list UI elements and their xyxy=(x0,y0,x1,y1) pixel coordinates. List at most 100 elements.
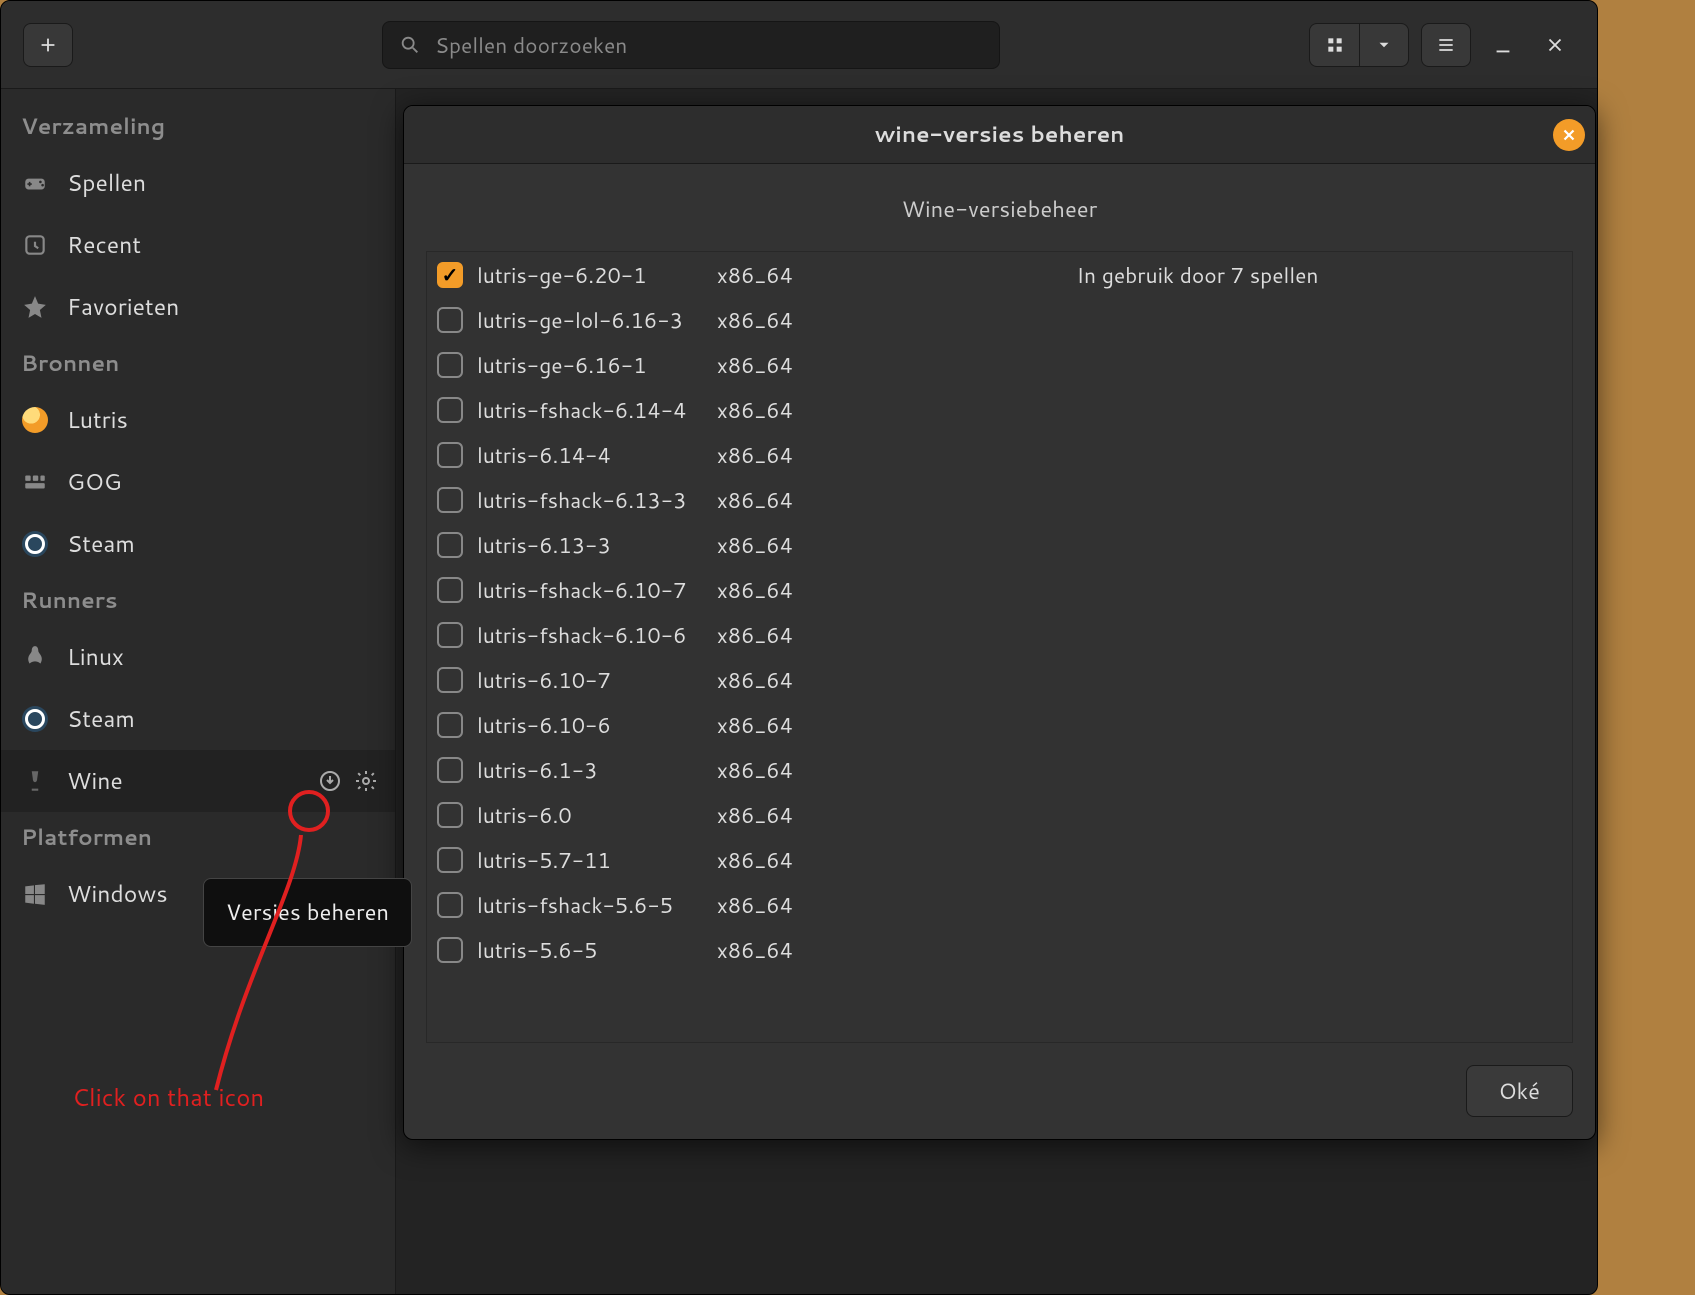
star-icon xyxy=(21,293,49,321)
version-arch: x86_64 xyxy=(717,665,827,695)
version-name: lutris-fshack-5.6-5 xyxy=(477,890,717,920)
close-icon xyxy=(1544,34,1566,56)
dialog-close-button[interactable] xyxy=(1553,119,1585,151)
menu-button[interactable] xyxy=(1421,23,1471,67)
sidebar-item-lutris[interactable]: Lutris xyxy=(1,389,395,451)
version-name: lutris-fshack-6.14-4 xyxy=(477,395,717,425)
version-row[interactable]: lutris-ge-lol-6.16-3x86_64 xyxy=(427,297,1572,342)
sidebar-item-steam[interactable]: Steam xyxy=(1,688,395,750)
version-name: lutris-5.7-11 xyxy=(477,845,717,875)
sidebar-item-spellen[interactable]: Spellen xyxy=(1,152,395,214)
version-checkbox[interactable] xyxy=(437,667,463,693)
grid-view-button[interactable] xyxy=(1309,23,1359,67)
version-row[interactable]: lutris-6.10-6x86_64 xyxy=(427,702,1572,747)
sidebar-item-label: Wine xyxy=(67,765,123,797)
sidebar-item-wine[interactable]: Wine xyxy=(1,750,395,812)
version-arch: x86_64 xyxy=(717,575,827,605)
sidebar-item-label: GOG xyxy=(67,466,122,498)
section-runners: Runners xyxy=(1,575,395,626)
gog-icon xyxy=(21,468,49,496)
dialog-title: wine-versies beheren xyxy=(875,119,1125,150)
version-checkbox[interactable] xyxy=(437,352,463,378)
annotation-circle xyxy=(288,790,330,832)
sidebar-item-label: Steam xyxy=(67,528,135,560)
version-checkbox[interactable] xyxy=(437,307,463,333)
manage-versions-button[interactable] xyxy=(315,766,345,796)
version-arch: x86_64 xyxy=(717,530,827,560)
version-arch: x86_64 xyxy=(717,890,827,920)
version-name: lutris-6.13-3 xyxy=(477,530,717,560)
version-arch: x86_64 xyxy=(717,935,827,965)
version-name: lutris-fshack-6.13-3 xyxy=(477,485,717,515)
add-button[interactable] xyxy=(23,23,73,67)
download-icon xyxy=(318,769,342,793)
version-row[interactable]: lutris-ge-6.20-1x86_64In gebruik door 7 … xyxy=(427,252,1572,297)
version-checkbox[interactable] xyxy=(437,487,463,513)
minimize-button[interactable] xyxy=(1483,25,1523,65)
version-row[interactable]: lutris-fshack-6.13-3x86_64 xyxy=(427,477,1572,522)
view-dropdown-button[interactable] xyxy=(1359,23,1409,67)
version-arch: x86_64 xyxy=(717,440,827,470)
version-checkbox[interactable] xyxy=(437,892,463,918)
version-row[interactable]: lutris-fshack-6.10-7x86_64 xyxy=(427,567,1572,612)
version-arch: x86_64 xyxy=(717,350,827,380)
search-placeholder: Spellen doorzoeken xyxy=(435,30,627,60)
version-row[interactable]: lutris-6.10-7x86_64 xyxy=(427,657,1572,702)
version-arch: x86_64 xyxy=(717,800,827,830)
dialog-footer: Oké xyxy=(404,1043,1595,1139)
version-row[interactable]: lutris-fshack-6.10-6x86_64 xyxy=(427,612,1572,657)
version-row[interactable]: lutris-6.13-3x86_64 xyxy=(427,522,1572,567)
version-checkbox[interactable] xyxy=(437,937,463,963)
runner-settings-button[interactable] xyxy=(351,766,381,796)
version-checkbox[interactable] xyxy=(437,397,463,423)
version-name: lutris-6.14-4 xyxy=(477,440,717,470)
version-row[interactable]: lutris-ge-6.16-1x86_64 xyxy=(427,342,1572,387)
search-icon xyxy=(399,34,421,56)
sidebar-item-favorieten[interactable]: Favorieten xyxy=(1,276,395,338)
sidebar-item-label: Steam xyxy=(67,703,135,735)
version-checkbox[interactable] xyxy=(437,847,463,873)
version-checkbox[interactable] xyxy=(437,532,463,558)
close-window-button[interactable] xyxy=(1535,25,1575,65)
version-note: In gebruik door 7 spellen xyxy=(827,260,1568,290)
version-row[interactable]: lutris-6.0x86_64 xyxy=(427,792,1572,837)
sidebar-item-gog[interactable]: GOG xyxy=(1,451,395,513)
ok-button[interactable]: Oké xyxy=(1466,1065,1573,1117)
version-checkbox[interactable] xyxy=(437,442,463,468)
version-checkbox[interactable] xyxy=(437,802,463,828)
version-row[interactable]: lutris-5.7-11x86_64 xyxy=(427,837,1572,882)
minimize-icon xyxy=(1492,34,1514,56)
steam-icon xyxy=(21,705,49,733)
version-checkbox[interactable] xyxy=(437,622,463,648)
version-row[interactable]: lutris-6.14-4x86_64 xyxy=(427,432,1572,477)
version-arch: x86_64 xyxy=(717,845,827,875)
sidebar-item-linux[interactable]: Linux xyxy=(1,626,395,688)
version-arch: x86_64 xyxy=(717,305,827,335)
sidebar-item-steam[interactable]: Steam xyxy=(1,513,395,575)
version-list[interactable]: lutris-ge-6.20-1x86_64In gebruik door 7 … xyxy=(426,251,1573,1043)
windows-icon xyxy=(21,880,49,908)
version-name: lutris-ge-6.16-1 xyxy=(477,350,717,380)
version-arch: x86_64 xyxy=(717,260,827,290)
section-sources: Bronnen xyxy=(1,338,395,389)
version-arch: x86_64 xyxy=(717,710,827,740)
version-name: lutris-fshack-6.10-6 xyxy=(477,620,717,650)
dialog-subtitle: Wine-versiebeheer xyxy=(404,164,1595,251)
sidebar-item-recent[interactable]: Recent xyxy=(1,214,395,276)
version-arch: x86_64 xyxy=(717,485,827,515)
version-checkbox[interactable] xyxy=(437,577,463,603)
search-input[interactable]: Spellen doorzoeken xyxy=(382,21,1000,69)
version-row[interactable]: lutris-5.6-5x86_64 xyxy=(427,927,1572,972)
version-row[interactable]: lutris-fshack-6.14-4x86_64 xyxy=(427,387,1572,432)
version-checkbox[interactable] xyxy=(437,712,463,738)
version-checkbox[interactable] xyxy=(437,262,463,288)
sidebar-item-label: Spellen xyxy=(67,167,146,199)
gamepad-icon xyxy=(21,169,49,197)
tooltip: Versies beheren xyxy=(203,878,412,947)
version-row[interactable]: lutris-6.1-3x86_64 xyxy=(427,747,1572,792)
sidebar-item-label: Windows xyxy=(67,878,168,910)
sidebar-item-label: Recent xyxy=(67,229,141,261)
version-checkbox[interactable] xyxy=(437,757,463,783)
version-row[interactable]: lutris-fshack-5.6-5x86_64 xyxy=(427,882,1572,927)
version-name: lutris-5.6-5 xyxy=(477,935,717,965)
